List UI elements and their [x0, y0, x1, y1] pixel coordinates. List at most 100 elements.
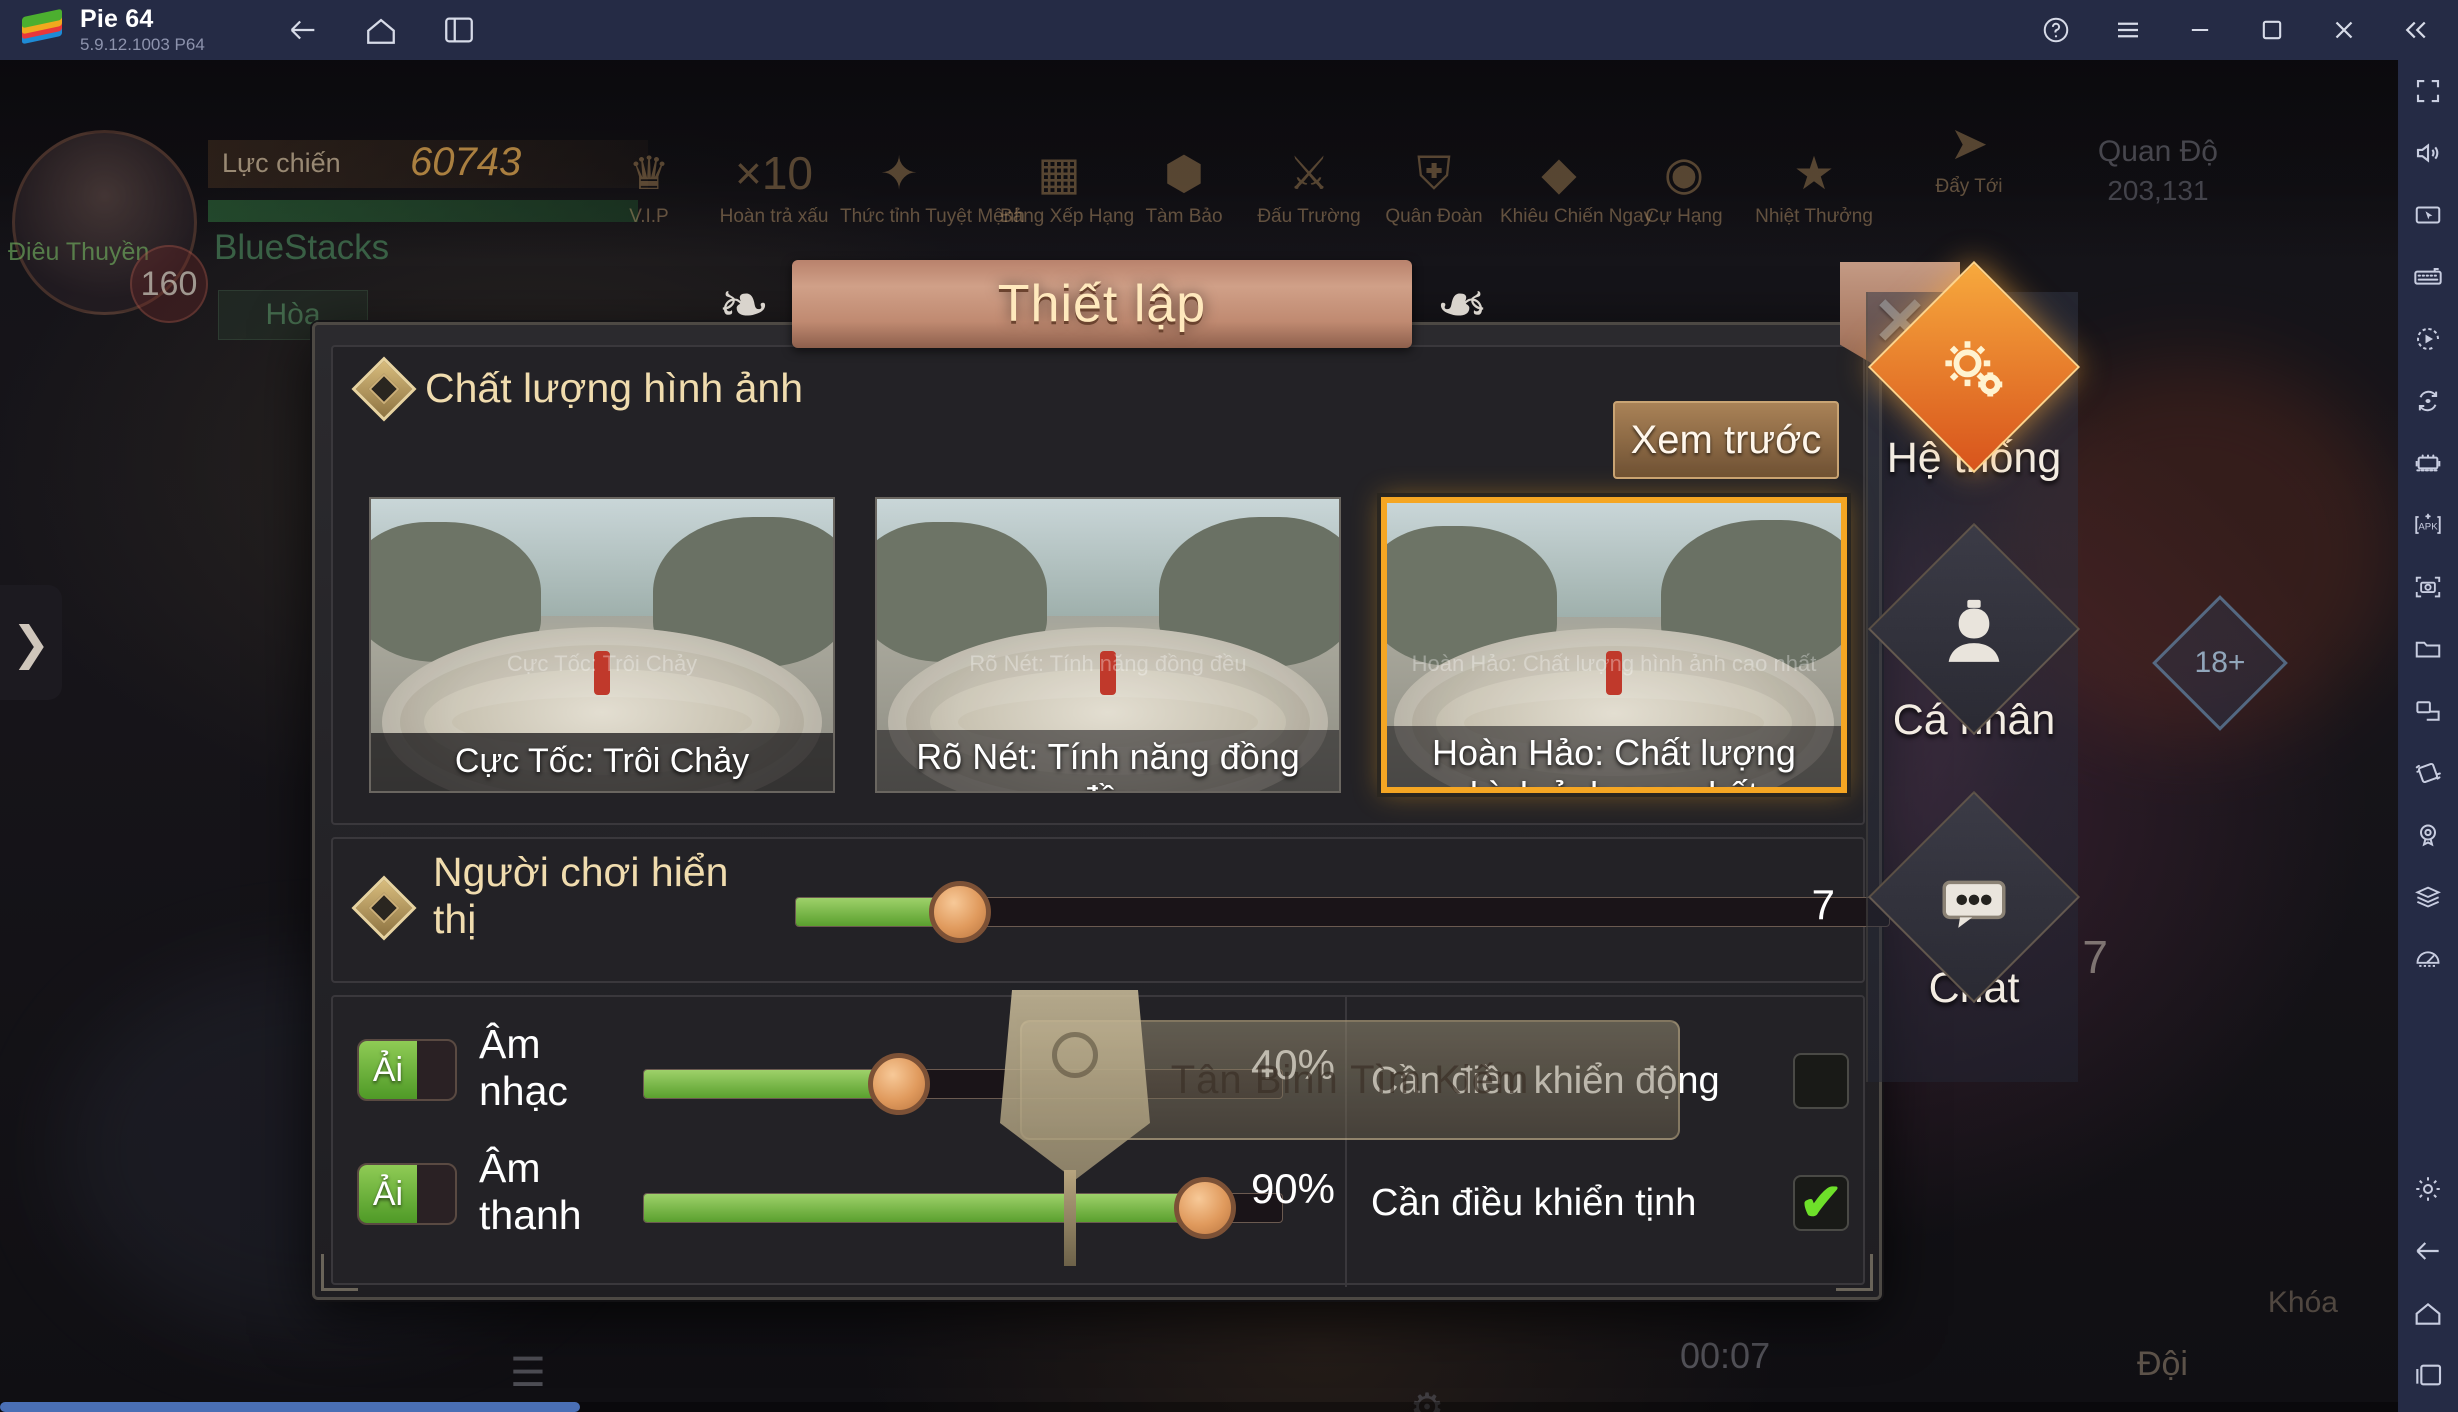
- quality-option-perfect[interactable]: Hoàn Hảo: Chất lượng hình ảnh cao nhất H…: [1381, 497, 1847, 793]
- back-arrow-icon[interactable]: [2398, 1220, 2458, 1282]
- slider-knob[interactable]: [868, 1053, 931, 1115]
- game-menu-item-personal[interactable]: Cá nhân: [1867, 522, 2081, 743]
- dynamic-joystick-checkbox[interactable]: [1793, 1053, 1849, 1109]
- menu-icon[interactable]: [2100, 2, 2156, 58]
- person-icon: [1867, 522, 2081, 736]
- sidebar-bottom-group: [2398, 1158, 2458, 1406]
- hud-icon-rank[interactable]: ◉ Cự Hạng: [1625, 150, 1743, 228]
- sound-slider[interactable]: [643, 1177, 1283, 1239]
- players-display-label: Người chơi hiển thị: [433, 849, 729, 943]
- pip-icon[interactable]: [2398, 680, 2458, 742]
- quality-options-group: Cực Tốc: Trôi Chảy Cực Tốc: Trôi Chảy Rõ…: [369, 497, 1847, 793]
- title-ornament-left-icon: ❧: [718, 270, 770, 340]
- media-folder-icon[interactable]: [2398, 618, 2458, 680]
- section-title: Chất lượng hình ảnh: [425, 365, 804, 411]
- horizontal-scrollbar[interactable]: [0, 1402, 2398, 1412]
- crown-icon: ♛: [628, 147, 670, 199]
- home-icon[interactable]: [353, 2, 409, 58]
- hud-icon-awaken[interactable]: ✦ Thức tỉnh Tuyệt Mệnh: [840, 150, 1025, 228]
- volume-icon[interactable]: [2398, 122, 2458, 184]
- character-level: 160: [130, 245, 208, 323]
- multi-instance-icon[interactable]: [431, 2, 487, 58]
- recents-icon[interactable]: [2398, 1344, 2458, 1406]
- instance-version: 5.9.12.1003 P64: [80, 35, 205, 55]
- card-ghost-text: Hoàn Hảo: Chất lượng hình ảnh cao nhất: [1411, 650, 1817, 676]
- minimize-button[interactable]: [2172, 2, 2228, 58]
- static-joystick-row[interactable]: Cần điều khiển tịnh ✔: [1371, 1163, 1849, 1243]
- static-joystick-label: Cần điều khiển tịnh: [1371, 1181, 1697, 1224]
- hud-icon-label: Khiêu Chiến Ngay: [1500, 206, 1654, 227]
- sound-toggle[interactable]: Ải: [357, 1163, 457, 1225]
- gear-icon: [1867, 260, 2081, 474]
- hud-icon-challenge[interactable]: ◆ Khiêu Chiến Ngay: [1500, 147, 1654, 228]
- title-ornament-right-icon: ❧: [1436, 270, 1488, 340]
- home-icon[interactable]: [2398, 1282, 2458, 1344]
- players-display-value: 7: [1811, 881, 1835, 928]
- x10-icon: ×10: [734, 147, 814, 199]
- hud-icon-push[interactable]: ➤ Đẩy Tới: [1910, 120, 2028, 198]
- hud-icon-ranking[interactable]: ▦ Bảng Xếp Hạng: [1000, 150, 1135, 228]
- hud-icon-reward[interactable]: ★ Nhiệt Thưởng: [1755, 150, 1873, 228]
- game-menu-item-system[interactable]: Hệ thống: [1867, 260, 2081, 481]
- slider-fill: [644, 1070, 900, 1098]
- maximize-button[interactable]: [2244, 2, 2300, 58]
- settings-gear-icon[interactable]: [2398, 1158, 2458, 1220]
- window-controls: [2028, 0, 2444, 60]
- static-joystick-checkbox[interactable]: ✔: [1793, 1175, 1849, 1231]
- layers-icon[interactable]: [2398, 866, 2458, 928]
- hud-icon-vip[interactable]: ♛ V.I.P: [590, 150, 708, 228]
- swords-icon: ⚔: [1288, 147, 1330, 199]
- macro-play-icon[interactable]: [2398, 308, 2458, 370]
- hud-icon-label: V.I.P: [629, 206, 669, 227]
- multi-instance-sync-icon[interactable]: [2398, 432, 2458, 494]
- diamond-bullet-icon: [351, 355, 417, 422]
- quality-option-label: Cực Tốc: Trôi Chảy: [371, 733, 833, 791]
- keyboard-icon[interactable]: [2398, 246, 2458, 308]
- close-button[interactable]: [2316, 2, 2372, 58]
- players-display-slider[interactable]: [795, 881, 1890, 943]
- hud-icon-label: Tàm Bảo: [1145, 206, 1223, 227]
- game-viewport[interactable]: Điêu Thuyền 160 Lực chiến 60743 BlueStac…: [0, 60, 2398, 1412]
- chat-bubble-icon: [1867, 790, 2081, 1004]
- image-quality-header: Chất lượng hình ảnh: [351, 355, 804, 422]
- performance-icon[interactable]: [2398, 928, 2458, 990]
- hud-icon-label: Cự Hạng: [1645, 206, 1723, 227]
- team-button[interactable]: Đội: [2137, 1345, 2188, 1384]
- collapse-sidebar-icon[interactable]: [2388, 2, 2444, 58]
- help-icon[interactable]: [2028, 2, 2084, 58]
- back-icon[interactable]: [275, 2, 331, 58]
- hud-icon-arena[interactable]: ⚔ Đấu Trường: [1250, 150, 1368, 228]
- hud-icon-label: Bảng Xếp Hạng: [1000, 206, 1135, 227]
- shake-icon[interactable]: [2398, 742, 2458, 804]
- diamond-icon: ◆: [1541, 147, 1577, 199]
- screenshot-icon[interactable]: [2398, 556, 2458, 618]
- svg-text:APK: APK: [2418, 522, 2438, 533]
- music-toggle[interactable]: Ải: [357, 1039, 457, 1101]
- hud-icon-label: Đẩy Tới: [1935, 176, 2003, 197]
- cursor-control-icon[interactable]: [2398, 184, 2458, 246]
- hud-icon-legion[interactable]: ⛨ Quân Đoàn: [1375, 150, 1493, 228]
- power-value: 60743: [410, 140, 522, 184]
- treasure-icon: ⬢: [1163, 147, 1205, 199]
- slider-fill: [644, 1194, 1206, 1222]
- install-apk-icon[interactable]: APK: [2398, 494, 2458, 556]
- image-quality-panel: Chất lượng hình ảnh Xem trước Cực Tốc: T…: [331, 345, 1865, 825]
- quality-option-clear[interactable]: Rõ Nét: Tính năng đồng đều Rõ Nét: Tính …: [875, 497, 1341, 793]
- rotate-icon[interactable]: [2398, 370, 2458, 432]
- location-icon[interactable]: [2398, 804, 2458, 866]
- server-count: 203,131: [2107, 175, 2209, 206]
- slider-knob[interactable]: [928, 881, 991, 943]
- diamond-bullet-icon: [351, 875, 417, 941]
- fullscreen-icon[interactable]: [2398, 60, 2458, 122]
- sound-value: 90%: [1250, 1165, 1335, 1212]
- expand-left-panel-button[interactable]: ❯: [0, 585, 62, 700]
- hud-icon-label: Hoàn trả xấu: [719, 206, 829, 227]
- preview-button[interactable]: Xem trước: [1613, 401, 1839, 479]
- circle-icon: ◉: [1663, 147, 1705, 199]
- game-menu-item-chat[interactable]: Chat: [1867, 790, 2081, 1011]
- server-info: Quan Độ 203,131: [2098, 135, 2218, 207]
- hud-icon-treasure[interactable]: ⬢ Tàm Bảo: [1125, 150, 1243, 228]
- hud-icon-refund[interactable]: ×10 Hoàn trả xấu: [715, 150, 833, 228]
- quality-option-fast[interactable]: Cực Tốc: Trôi Chảy Cực Tốc: Trôi Chảy: [369, 497, 835, 793]
- quality-option-label: Rõ Nét: Tính năng đồng đều: [877, 730, 1339, 791]
